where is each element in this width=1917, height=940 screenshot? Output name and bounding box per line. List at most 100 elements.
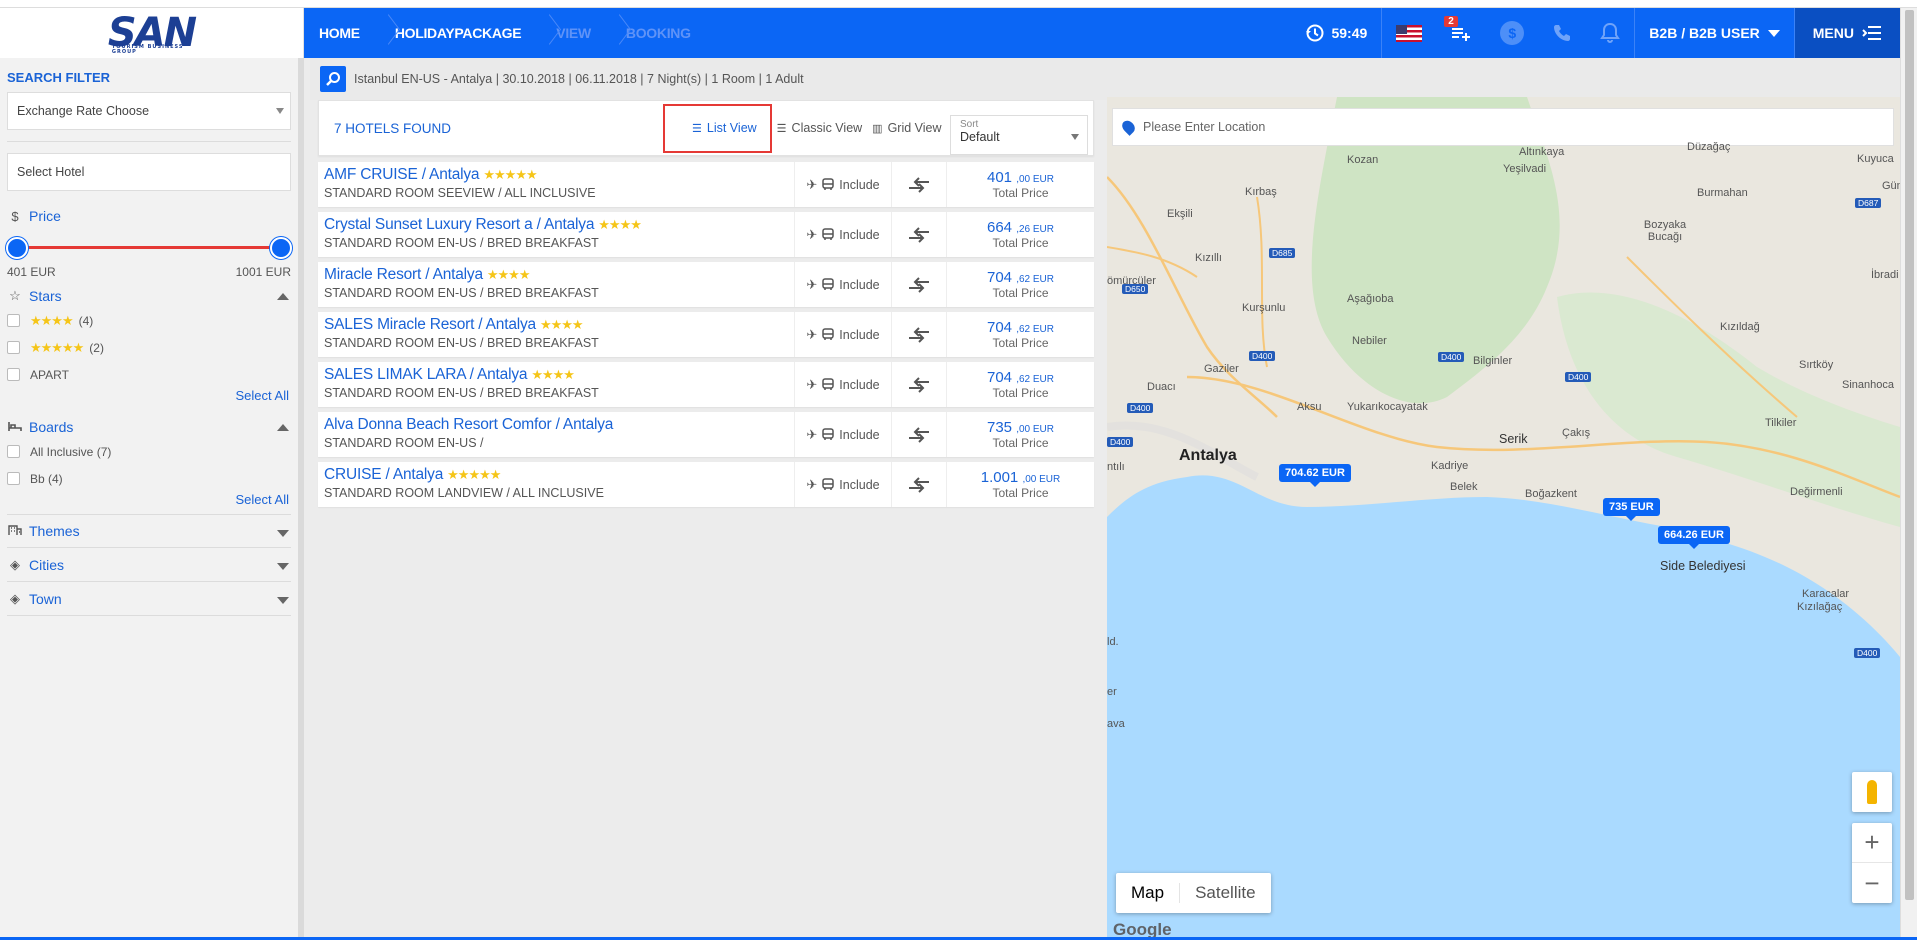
scrollbar-thumb[interactable] — [1905, 10, 1914, 900]
compare-button[interactable] — [891, 312, 947, 357]
collapse-arrow-icon[interactable] — [277, 424, 289, 431]
town-label: Town — [29, 590, 62, 607]
location-search-input[interactable]: Please Enter Location — [1112, 108, 1894, 146]
map-panel[interactable]: Please Enter Location Kozan Altınkaya Ye… — [1107, 97, 1900, 940]
compare-button[interactable] — [891, 412, 947, 457]
hotel-name-link[interactable]: AMF CRUISE / Antalya ★★★★★ — [324, 166, 788, 184]
price-decimal: ,26 EUR — [1016, 224, 1054, 235]
currency-button[interactable]: $ — [1486, 8, 1538, 58]
price-max-handle[interactable] — [270, 237, 292, 259]
basket-button[interactable]: 2 — [1436, 8, 1486, 58]
hotel-row[interactable]: SALES Miracle Resort / Antalya ★★★★ STAND… — [318, 312, 1094, 357]
hotel-row[interactable]: Crystal Sunset Luxury Resort a / Antalya… — [318, 212, 1094, 257]
checkbox[interactable] — [7, 314, 20, 327]
price-min-handle[interactable] — [6, 237, 28, 259]
hotel-name-link[interactable]: Alva Donna Beach Resort Comfor / Antalya — [324, 416, 788, 434]
notifications-button[interactable] — [1586, 8, 1634, 58]
hotel-name-link[interactable]: SALES Miracle Resort / Antalya ★★★★ — [324, 316, 788, 334]
zoom-in-button[interactable]: + — [1852, 823, 1892, 863]
search-edit-button[interactable] — [320, 66, 346, 92]
stars-label: Stars — [29, 288, 62, 304]
user-dropdown[interactable]: B2B / B2B USER — [1634, 8, 1793, 58]
hotel-price[interactable]: 1.001 ,00 EUR Total Price — [947, 462, 1094, 507]
board-option-all-inclusive[interactable]: All Inclusive (7) — [0, 438, 298, 465]
sort-select[interactable]: Sort Default — [950, 115, 1088, 155]
hotel-star-rating: ★★★★ — [539, 317, 584, 332]
grid-view-button[interactable]: ▥ Grid View — [867, 103, 946, 153]
compare-button[interactable] — [891, 162, 947, 207]
hotel-price[interactable]: 704 ,62 EUR Total Price — [947, 362, 1094, 407]
compare-button[interactable] — [891, 362, 947, 407]
hotel-name-link[interactable]: CRUISE / Antalya ★★★★★ — [324, 466, 788, 484]
stars-select-all-link[interactable]: Select All — [0, 388, 298, 410]
stars-option-4[interactable]: ★★★★ (4) — [0, 307, 298, 334]
zoom-out-button[interactable]: − — [1852, 863, 1892, 903]
expand-arrow-icon[interactable] — [277, 530, 289, 537]
map-price-pin[interactable]: 704.62 EUR — [1279, 464, 1351, 487]
collapse-arrow-icon[interactable] — [277, 293, 289, 300]
phone-button[interactable] — [1538, 8, 1586, 58]
hotel-name[interactable]: Crystal Sunset Luxury Resort a / Antalya — [324, 216, 594, 233]
classic-view-button[interactable]: ☰ Classic View — [772, 103, 868, 153]
map-price-pin[interactable]: 664.26 EUR — [1658, 526, 1730, 549]
hotel-row[interactable]: Miracle Resort / Antalya ★★★★ STANDARD RO… — [318, 262, 1094, 307]
hotel-price[interactable]: 704 ,62 EUR Total Price — [947, 312, 1094, 357]
map-type-map-button[interactable]: Map — [1116, 883, 1181, 903]
cities-filter[interactable]: ◈ Cities — [7, 548, 291, 582]
hotel-name-link[interactable]: Crystal Sunset Luxury Resort a / Antalya… — [324, 216, 788, 234]
themes-filter[interactable]: Themes — [7, 514, 291, 548]
map-price-pin[interactable]: 735 EUR — [1603, 498, 1660, 521]
map-type-satellite-button[interactable]: Satellite — [1180, 883, 1270, 903]
hotel-price[interactable]: 735 ,00 EUR Total Price — [947, 412, 1094, 457]
select-hotel-input[interactable]: Select Hotel — [7, 153, 291, 191]
menu-button[interactable]: MENU — [1793, 8, 1900, 58]
checkbox[interactable] — [7, 472, 20, 485]
exchange-rate-select[interactable]: Exchange Rate Choose — [7, 92, 291, 130]
hotel-price[interactable]: 401 ,00 EUR Total Price — [947, 162, 1094, 207]
street-view-pegman[interactable] — [1852, 772, 1892, 812]
hotel-name[interactable]: AMF CRUISE / Antalya — [324, 166, 480, 183]
hotel-name[interactable]: SALES Miracle Resort / Antalya — [324, 316, 536, 333]
map-label: Gün — [1882, 180, 1900, 192]
list-view-button[interactable]: ☰ List View — [663, 103, 772, 153]
compare-button[interactable] — [891, 212, 947, 257]
checkbox[interactable] — [7, 445, 20, 458]
price-integer: 664 — [987, 219, 1013, 236]
stars-option-5[interactable]: ★★★★★ (2) — [0, 334, 298, 361]
hotel-name[interactable]: Miracle Resort / Antalya — [324, 266, 483, 283]
stars-option-apart[interactable]: APART — [0, 361, 298, 388]
town-filter[interactable]: ◈ Town — [7, 582, 291, 616]
hotel-name-link[interactable]: Miracle Resort / Antalya ★★★★ — [324, 266, 788, 284]
compare-button[interactable] — [891, 462, 947, 507]
expand-arrow-icon[interactable] — [277, 597, 289, 604]
checkbox[interactable] — [7, 341, 20, 354]
price-range-slider[interactable] — [0, 233, 298, 263]
page-scrollbar[interactable] — [1900, 8, 1917, 940]
expand-arrow-icon[interactable] — [277, 563, 289, 570]
hotel-row[interactable]: CRUISE / Antalya ★★★★★ STANDARD ROOM LAND… — [318, 462, 1094, 507]
bell-icon — [1600, 22, 1621, 43]
location-placeholder: Please Enter Location — [1143, 120, 1266, 134]
hotel-row[interactable]: SALES LIMAK LARA / Antalya ★★★★ STANDARD … — [318, 362, 1094, 407]
hotel-price[interactable]: 704 ,62 EUR Total Price — [947, 262, 1094, 307]
stars-filter-header[interactable]: ☆ Stars — [0, 285, 298, 307]
checkbox[interactable] — [7, 368, 20, 381]
hotel-price[interactable]: 664 ,26 EUR Total Price — [947, 212, 1094, 257]
language-selector[interactable] — [1381, 8, 1436, 58]
hotel-row[interactable]: AMF CRUISE / Antalya ★★★★★ STANDARD ROOM … — [318, 162, 1094, 207]
logo-area[interactable]: SAN TOURISM BUSINESS GROUP — [0, 8, 304, 58]
boards-filter-header[interactable]: Boards — [0, 416, 298, 438]
hotel-name[interactable]: CRUISE / Antalya — [324, 466, 443, 483]
board-option-bb[interactable]: Bb (4) — [0, 465, 298, 492]
hotel-name[interactable]: Alva Donna Beach Resort Comfor / Antalya — [324, 416, 613, 433]
breadcrumb-home[interactable]: HOME — [304, 8, 360, 58]
breadcrumb-holidaypackage[interactable]: HOLIDAYPACKAGE — [360, 8, 522, 58]
hotel-name[interactable]: SALES LIMAK LARA / Antalya — [324, 366, 528, 383]
compare-button[interactable] — [891, 262, 947, 307]
hotel-list: AMF CRUISE / Antalya ★★★★★ STANDARD ROOM … — [318, 162, 1094, 507]
road-badge: D685 — [1269, 248, 1296, 258]
boards-select-all-link[interactable]: Select All — [0, 492, 298, 514]
hotel-row[interactable]: Alva Donna Beach Resort Comfor / Antalya… — [318, 412, 1094, 457]
logo[interactable]: SAN TOURISM BUSINESS GROUP — [108, 13, 197, 55]
hotel-name-link[interactable]: SALES LIMAK LARA / Antalya ★★★★ — [324, 366, 788, 384]
